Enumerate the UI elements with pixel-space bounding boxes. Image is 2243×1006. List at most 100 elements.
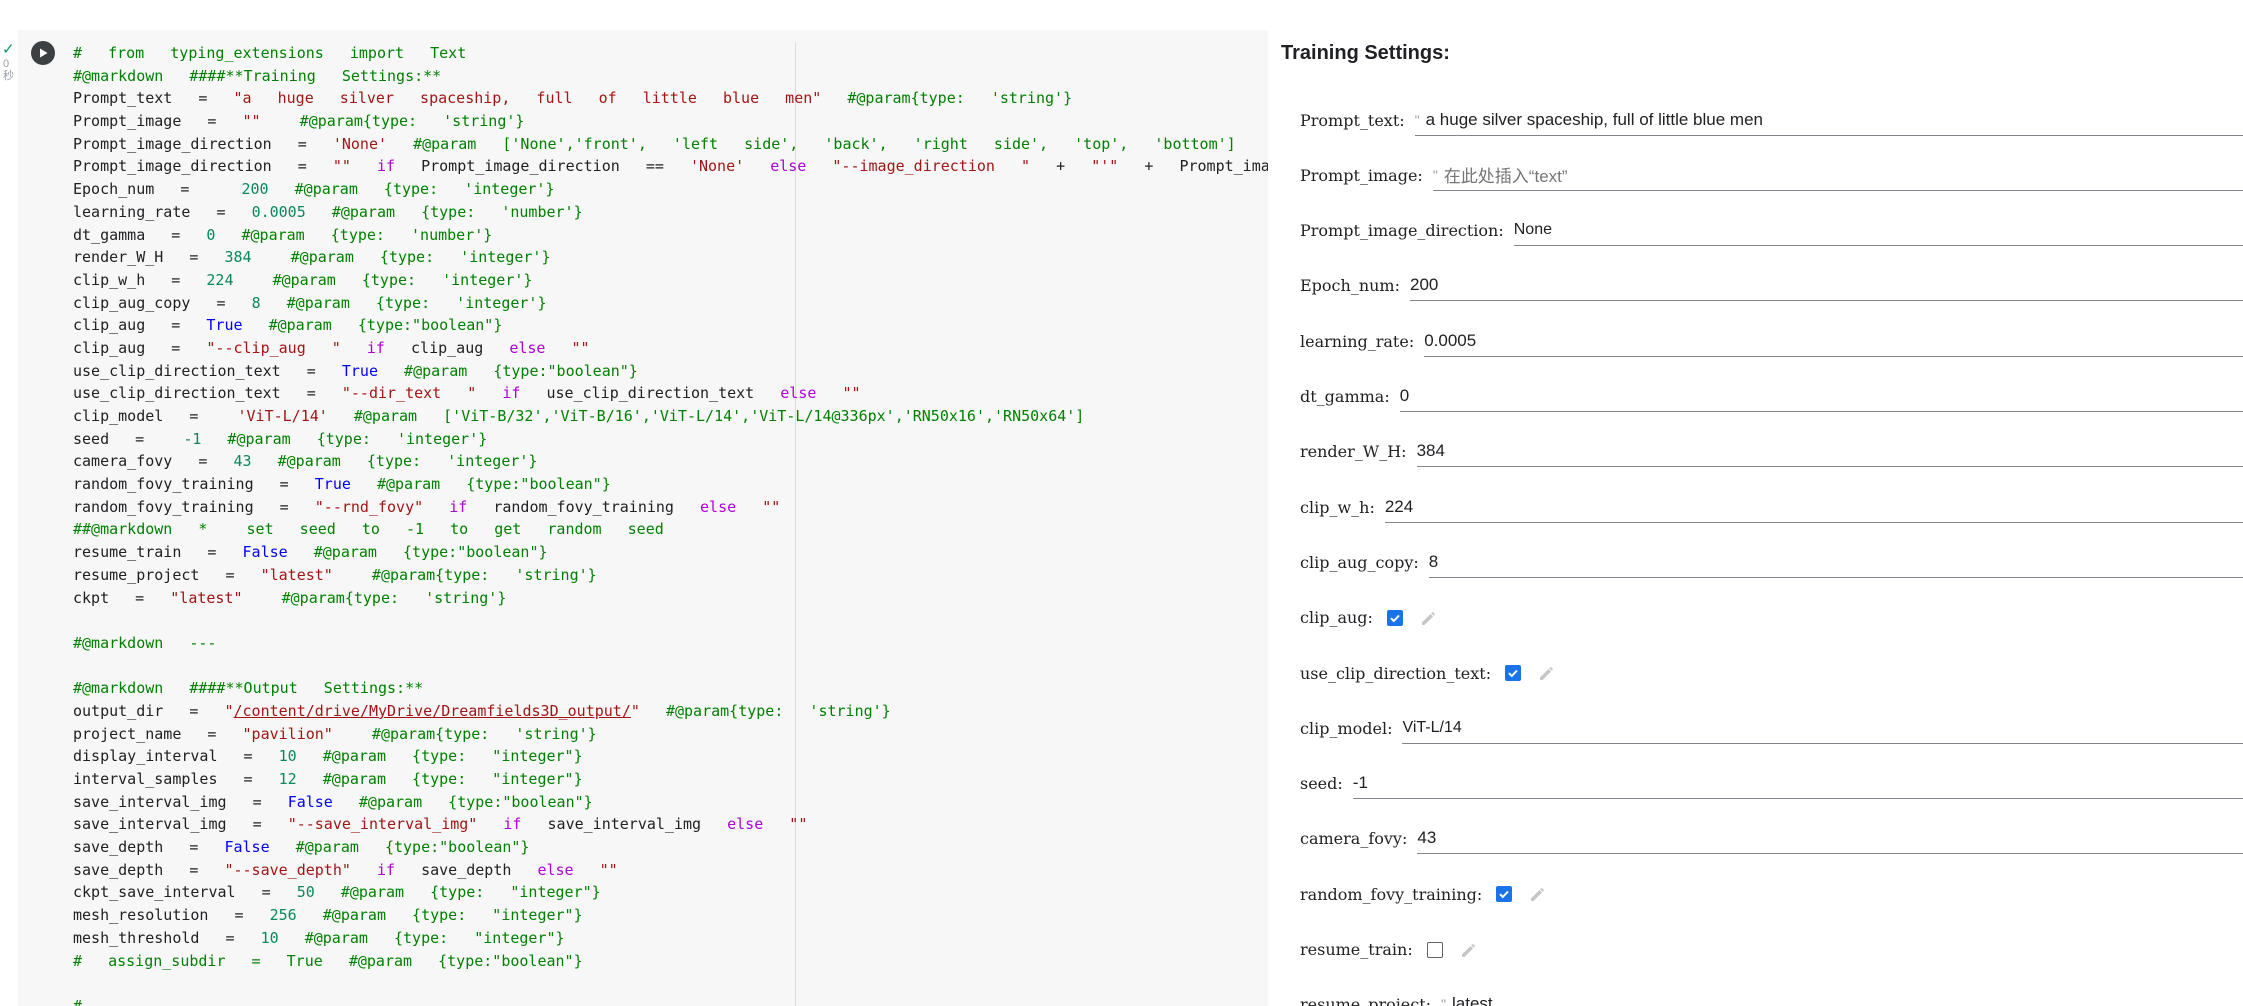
code-token: display_interval =	[73, 747, 279, 766]
code-token: 224	[206, 270, 234, 289]
code-token: #@param {type: 'integer'}	[233, 270, 533, 289]
code-token: False	[242, 543, 288, 562]
code-token: save_depth =	[73, 838, 225, 857]
code-token: -1	[183, 429, 202, 448]
prompt-image-input[interactable]: " 在此处插入“text”	[1432, 160, 2243, 191]
code-token: interval_samples =	[73, 770, 279, 788]
code-line: ckpt_save_interval = 50 #@param {type: "…	[73, 881, 1268, 904]
dt-gamma-input[interactable]: 0	[1399, 381, 2243, 412]
code-token: #@markdown ---	[73, 633, 217, 652]
code-line: clip_w_h = 224 #@param {type: 'integer'}	[73, 269, 1268, 292]
code-token: #	[73, 996, 83, 1006]
code-token: Prompt_image_direction ==	[395, 157, 690, 176]
form-label: use_clip_direction_text:	[1300, 663, 1492, 683]
code-line: # from typing_extensions import Text	[73, 42, 1268, 65]
resume-project-input[interactable]: " latest	[1441, 989, 2243, 1006]
code-token: if	[476, 384, 521, 403]
run-cell-button[interactable]	[31, 41, 55, 65]
code-token: #@param {type:"boolean"}	[287, 543, 548, 562]
form-row-prompt-image: Prompt_image: " 在此处插入“text”	[1300, 157, 2243, 193]
code-token: #@param{type: 'string'}	[332, 565, 597, 584]
code-cell[interactable]: # from typing_extensions import Text #@ma…	[18, 30, 1268, 1006]
field-value: 0.0005	[1424, 330, 1477, 350]
code-line: Prompt_text = "a huge silver spaceship, …	[73, 87, 1268, 110]
form-row-prompt-text: Prompt_text: " a huge silver spaceship, fu…	[1300, 102, 2243, 138]
code-token: #@param {type: "integer"}	[296, 906, 583, 925]
camera-fovy-input[interactable]: 43	[1417, 823, 2243, 855]
form-row-use-clip-direction-text: use_clip_direction_text:	[1300, 655, 2243, 691]
code-token: "--save_depth"	[224, 860, 351, 879]
form-label: Epoch_num:	[1300, 276, 1400, 296]
string-quote-marker: "	[1441, 996, 1446, 1006]
resume-train-checkbox[interactable]	[1426, 941, 1443, 958]
clip-model-select[interactable]: ViT-L/14	[1402, 713, 2243, 744]
code-token: save_depth =	[73, 860, 225, 879]
seed-input[interactable]: -1	[1352, 768, 2243, 800]
code-token: use_clip_direction_text =	[73, 384, 342, 403]
code-editor[interactable]: # from typing_extensions import Text #@ma…	[73, 42, 1268, 1006]
code-token: # assign_subdir = True #@param {type:"bo…	[73, 951, 583, 970]
form-row-random-fovy-training: random_fovy_training:	[1300, 876, 2243, 912]
code-token: else	[511, 860, 574, 879]
code-token: clip_aug =	[73, 316, 207, 335]
pencil-icon[interactable]	[1537, 663, 1557, 683]
code-token: #@param {type: "integer"}	[296, 747, 583, 766]
clip-aug-checkbox[interactable]	[1386, 609, 1403, 626]
code-line: Prompt_image_direction = "" if Prompt_im…	[73, 155, 1268, 178]
prompt-image-direction-select[interactable]: None	[1513, 215, 2243, 247]
form-panel: Training Settings: Prompt_text: " a huge s…	[1268, 30, 2243, 1006]
prompt-text-input[interactable]: " a huge silver spaceship, full of little…	[1414, 105, 2243, 136]
random-fovy-training-checkbox[interactable]	[1496, 886, 1513, 903]
code-token: random_fovy_training	[467, 497, 674, 516]
code-line: random_fovy_training = True #@param {typ…	[73, 473, 1268, 496]
code-line: display_interval = 10 #@param {type: "in…	[73, 745, 1268, 768]
render-w-h-input[interactable]: 384	[1416, 436, 2243, 468]
field-value: 384	[1416, 441, 1445, 461]
code-line: save_interval_img = False #@param {type:…	[73, 791, 1268, 814]
code-token: True	[314, 475, 351, 494]
code-token: if	[340, 338, 385, 357]
code-token: #@param{type: 'string'}	[332, 724, 597, 743]
code-token: 200	[241, 180, 269, 199]
form-row-clip-aug-copy: clip_aug_copy: 8	[1300, 544, 2243, 580]
form-label: clip_w_h:	[1300, 497, 1375, 517]
learning-rate-input[interactable]: 0.0005	[1424, 326, 2243, 357]
form-label: Prompt_image_direction:	[1300, 221, 1504, 241]
pencil-icon[interactable]	[1528, 884, 1548, 904]
code-token: Prompt_image =	[73, 112, 243, 131]
code-token: 50	[296, 883, 315, 902]
use-clip-direction-text-checkbox[interactable]	[1505, 665, 1522, 681]
code-token: #@param {type: 'integer'}	[260, 293, 547, 312]
pencil-icon[interactable]	[1459, 940, 1479, 960]
code-token: output_dir =	[73, 701, 225, 720]
code-token: ckpt =	[73, 588, 171, 607]
code-token: "'"	[1091, 157, 1119, 176]
code-token: #@param {type: "integer"}	[314, 883, 601, 902]
form-label: clip_model:	[1300, 718, 1393, 738]
field-value: 0	[1399, 386, 1410, 405]
string-quote-marker: "	[1432, 166, 1438, 183]
code-token: save_interval_img =	[73, 792, 288, 811]
code-line: clip_model = 'ViT-L/14' #@param ['ViT-B/…	[73, 405, 1268, 428]
execution-count: 0 秒	[3, 58, 14, 82]
code-token: "--dir_text "	[341, 384, 477, 403]
code-token: 384	[224, 248, 252, 267]
code-token: random_fovy_training =	[73, 497, 315, 516]
code-line: use_clip_direction_text = "--dir_text " …	[73, 382, 1268, 405]
code-token: ""	[816, 384, 861, 403]
code-token: #@param {type: 'integer'}	[251, 248, 551, 267]
code-token: ""	[736, 497, 781, 516]
code-token: "latest"	[260, 565, 333, 584]
code-token: True	[341, 361, 378, 380]
code-token: save_depth	[395, 860, 512, 879]
clip-w-h-input[interactable]: 224	[1384, 492, 2243, 523]
code-token: "	[630, 701, 640, 720]
code-token: save_interval_img =	[73, 815, 288, 834]
form-row-camera-fovy: camera_fovy: 43	[1300, 821, 2243, 857]
code-token: Prompt_image_direction =	[73, 134, 333, 153]
clip-aug-copy-input[interactable]: 8	[1428, 547, 2243, 578]
form-row-prompt-image-direction: Prompt_image_direction: None	[1300, 213, 2243, 249]
epoch-num-input[interactable]: 200	[1410, 270, 2243, 302]
pencil-icon[interactable]	[1419, 608, 1439, 628]
code-token: #@param {type: 'integer'}	[251, 452, 538, 471]
